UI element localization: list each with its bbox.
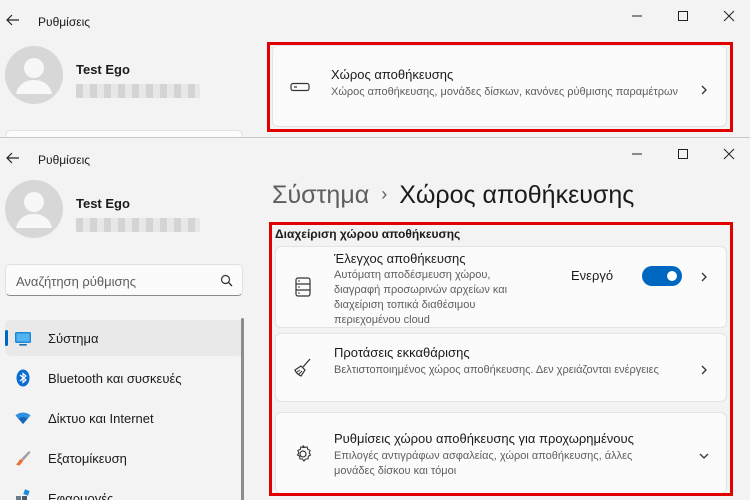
sidebar-item-apps[interactable]: Εφαρμογές xyxy=(5,480,243,500)
breadcrumb: Σύστημα › Χώρος αποθήκευσης xyxy=(272,181,634,210)
sidebar-item-label: Δίκτυο και Internet xyxy=(48,411,154,426)
bluetooth-icon xyxy=(14,369,32,387)
close-icon[interactable] xyxy=(722,9,736,23)
sidebar-item-label: Εξατομίκευση xyxy=(48,451,127,466)
avatar[interactable] xyxy=(5,180,63,238)
paintbrush-icon xyxy=(14,449,32,467)
maximize-icon[interactable] xyxy=(676,9,690,23)
sidebar-scrollbar[interactable] xyxy=(241,318,244,500)
app-title: Ρυθμίσεις xyxy=(38,15,91,29)
user-name: Test Ego xyxy=(76,62,130,77)
search-box[interactable]: Αναζήτηση ρύθμισης xyxy=(5,264,243,296)
sidebar-item-bluetooth[interactable]: Bluetooth και συσκευές xyxy=(5,360,243,396)
avatar[interactable] xyxy=(5,46,63,104)
title-bar: Ρυθμίσεις xyxy=(0,138,750,182)
search-icon[interactable] xyxy=(220,274,233,287)
wifi-icon xyxy=(14,409,32,427)
user-name: Test Ego xyxy=(76,196,130,211)
sidebar-item-personalization[interactable]: Εξατομίκευση xyxy=(5,440,243,476)
user-email-redacted xyxy=(76,218,200,232)
sidebar-item-label: Bluetooth και συσκευές xyxy=(48,371,182,386)
breadcrumb-parent[interactable]: Σύστημα xyxy=(272,181,369,209)
system-monitor-icon xyxy=(14,329,32,347)
sidebar-item-label: Σύστημα xyxy=(48,331,99,346)
apps-icon xyxy=(14,489,32,500)
title-bar: Ρυθμίσεις xyxy=(0,0,750,44)
search-box-partial[interactable] xyxy=(5,130,243,137)
sidebar-item-network[interactable]: Δίκτυο και Internet xyxy=(5,400,243,436)
back-arrow-icon[interactable] xyxy=(5,12,21,28)
user-email-redacted xyxy=(76,84,200,98)
maximize-icon[interactable] xyxy=(676,147,690,161)
breadcrumb-separator: › xyxy=(381,184,388,204)
sidebar-item-system[interactable]: Σύστημα xyxy=(5,320,243,356)
search-input[interactable]: Αναζήτηση ρύθμισης xyxy=(16,274,136,289)
highlight-storage-card xyxy=(267,42,733,132)
selection-indicator xyxy=(5,330,8,346)
highlight-storage-management xyxy=(269,222,733,496)
close-icon[interactable] xyxy=(722,147,736,161)
minimize-icon[interactable] xyxy=(630,9,644,23)
page-title: Χώρος αποθήκευσης xyxy=(399,181,635,209)
app-title: Ρυθμίσεις xyxy=(38,153,91,167)
back-arrow-icon[interactable] xyxy=(5,150,21,166)
minimize-icon[interactable] xyxy=(630,147,644,161)
sidebar-item-label: Εφαρμογές xyxy=(48,491,114,500)
